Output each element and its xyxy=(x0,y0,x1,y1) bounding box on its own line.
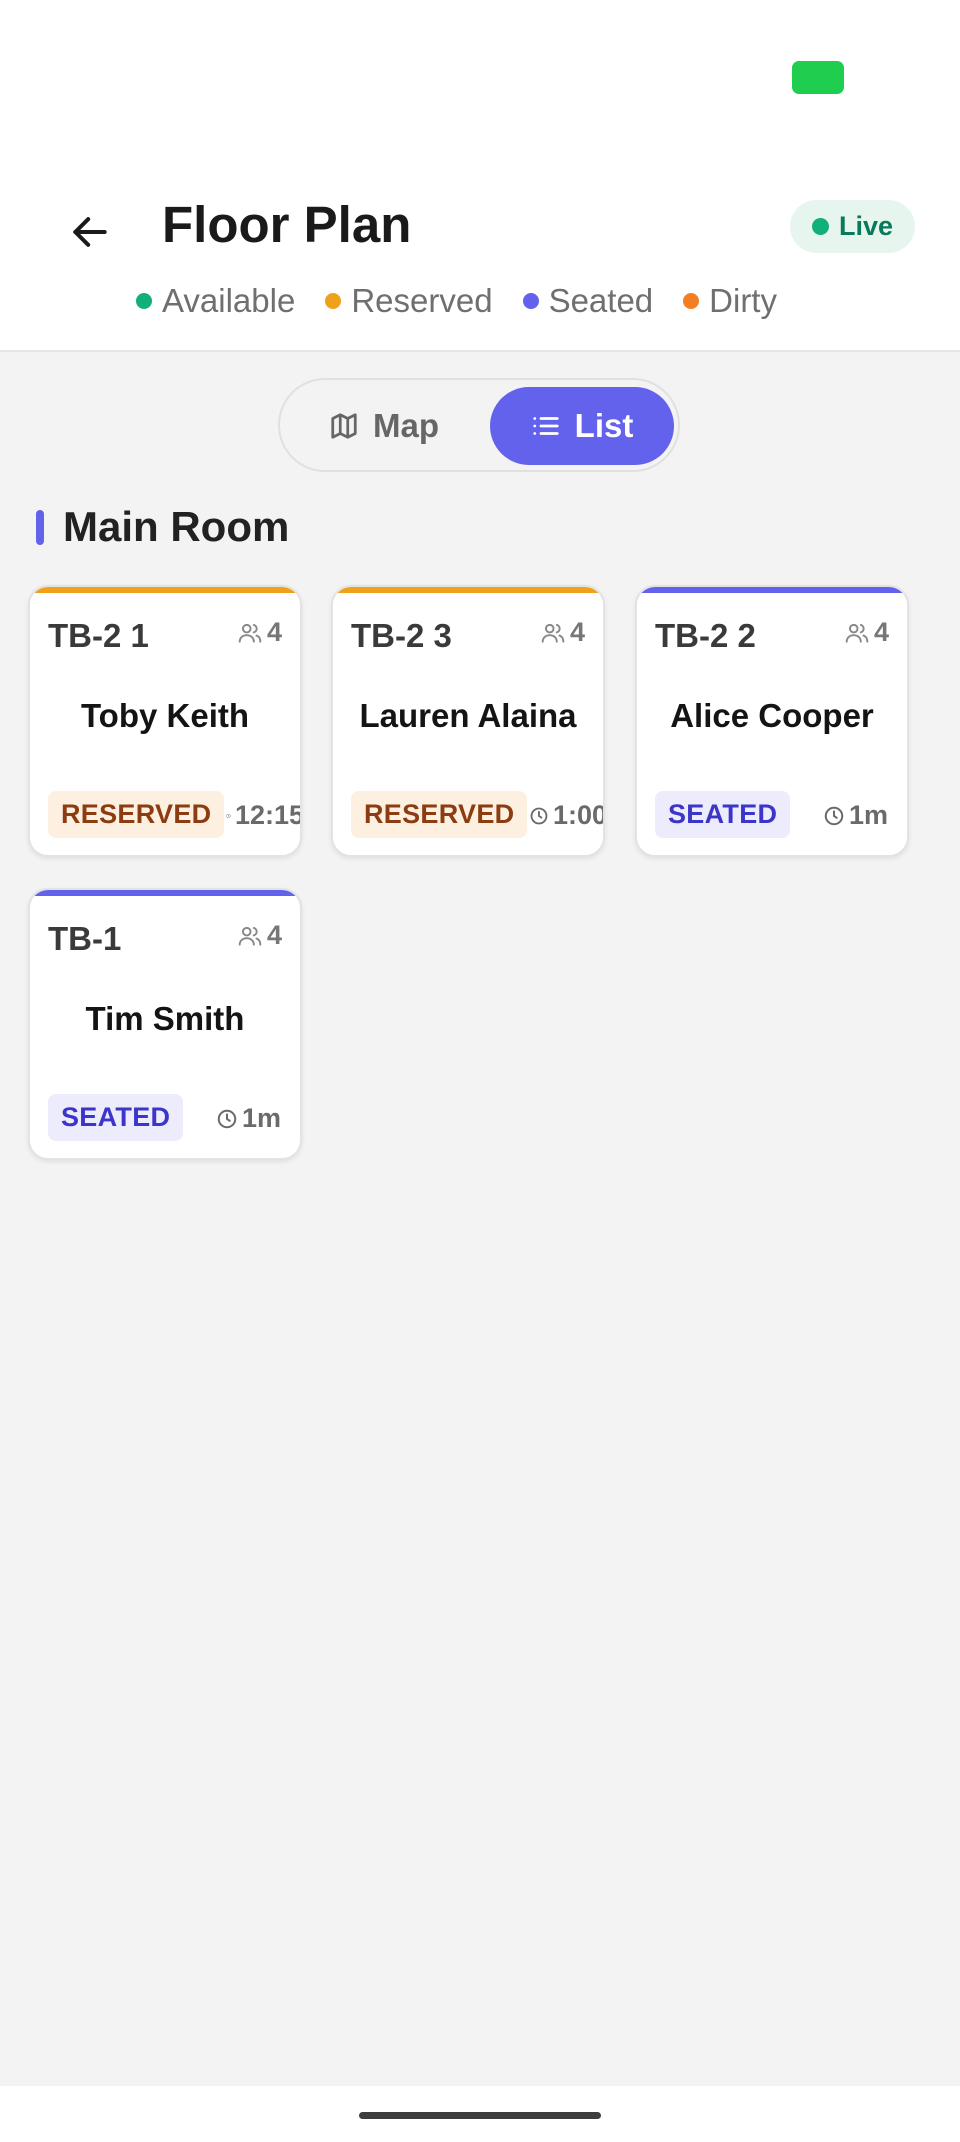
time-value: 12:15 xyxy=(234,800,302,830)
users-icon xyxy=(238,623,262,643)
status-badge: SEATED xyxy=(655,791,791,838)
users-icon xyxy=(238,926,262,946)
clock-icon xyxy=(217,1109,237,1128)
legend-dot-icon xyxy=(325,293,342,309)
users-icon xyxy=(541,623,565,643)
table-capacity: 4 xyxy=(237,617,282,648)
table-capacity: 4 xyxy=(844,617,889,648)
map-view-button[interactable]: Map xyxy=(286,387,482,465)
table-time: 12:15 xyxy=(226,800,302,831)
capacity-value: 4 xyxy=(873,617,889,647)
table-card[interactable]: TB-2 1 4 Toby Keith RESERVED 12:15 xyxy=(28,585,302,857)
arrow-left-icon xyxy=(73,217,107,247)
status-badge: RESERVED xyxy=(351,791,528,838)
table-capacity: 4 xyxy=(237,920,282,951)
status-badge: SEATED xyxy=(48,1094,184,1141)
table-time: 1m xyxy=(216,1103,298,1134)
card-status-accent xyxy=(637,587,907,593)
list-view-label: List xyxy=(574,407,634,444)
card-status-accent xyxy=(30,890,300,896)
legend-label: Available xyxy=(162,282,296,319)
view-toggle: Map List xyxy=(278,378,680,472)
capacity-value: 4 xyxy=(569,617,585,647)
status-bar xyxy=(0,0,960,170)
legend-item-seated: Seated xyxy=(522,282,654,320)
table-card[interactable]: TB-1 4 Tim Smith SEATED 1m xyxy=(28,888,302,1160)
guest-name: Alice Cooper xyxy=(670,697,874,734)
legend-item-dirty: Dirty xyxy=(683,282,777,320)
map-icon xyxy=(331,413,357,439)
guest-name: Toby Keith xyxy=(80,697,250,734)
time-value: 1m xyxy=(242,1103,282,1133)
table-id: TB-2 1 xyxy=(48,617,149,654)
legend-item-reserved: Reserved xyxy=(325,282,493,320)
table-card[interactable]: TB-2 2 4 Alice Cooper SEATED 1m xyxy=(635,585,909,857)
time-value: 1m xyxy=(849,800,889,830)
section-title: Main Room xyxy=(63,503,290,550)
clock-icon xyxy=(530,807,548,824)
capacity-value: 4 xyxy=(266,920,282,950)
live-badge: Live xyxy=(790,200,915,253)
legend-label: Dirty xyxy=(709,282,777,319)
guest-name: Tim Smith xyxy=(85,1000,245,1037)
status-legend: Available Reserved Seated Dirty xyxy=(136,282,807,320)
table-time: 1m xyxy=(823,800,905,831)
home-indicator-area xyxy=(0,2086,960,2142)
home-indicator-bar[interactable] xyxy=(359,2112,601,2119)
back-button[interactable] xyxy=(58,200,122,264)
list-icon xyxy=(533,417,559,435)
battery-icon xyxy=(792,61,844,94)
users-icon xyxy=(845,623,869,643)
time-value: 1:00 xyxy=(552,800,605,830)
table-capacity: 4 xyxy=(540,617,585,648)
status-badge: RESERVED xyxy=(48,791,225,838)
table-time: 1:00 xyxy=(529,800,605,831)
app-header: Floor Plan Live Available Reserved Seate… xyxy=(0,170,960,352)
legend-label: Reserved xyxy=(351,282,493,319)
table-id: TB-1 xyxy=(48,920,122,957)
legend-dot-icon xyxy=(136,293,152,309)
legend-dot-icon xyxy=(683,293,700,309)
guest-name: Lauren Alaina xyxy=(359,697,577,734)
legend-item-available: Available xyxy=(136,282,295,320)
live-dot-icon xyxy=(811,218,829,235)
clock-icon xyxy=(824,806,844,825)
section-accent-bar xyxy=(36,510,44,545)
table-card[interactable]: TB-2 3 4 Lauren Alaina RESERVED 1:00 xyxy=(331,585,605,857)
card-status-accent xyxy=(333,587,603,593)
table-id: TB-2 2 xyxy=(655,617,756,654)
clock-icon xyxy=(226,813,231,818)
list-view-button[interactable]: List xyxy=(490,387,674,465)
live-label: Live xyxy=(838,211,894,241)
page-title: Floor Plan xyxy=(162,196,412,253)
capacity-value: 4 xyxy=(266,617,282,647)
card-status-accent xyxy=(30,587,300,593)
legend-label: Seated xyxy=(548,282,654,319)
map-view-label: Map xyxy=(373,407,439,444)
table-id: TB-2 3 xyxy=(351,617,452,654)
legend-dot-icon xyxy=(522,293,539,309)
